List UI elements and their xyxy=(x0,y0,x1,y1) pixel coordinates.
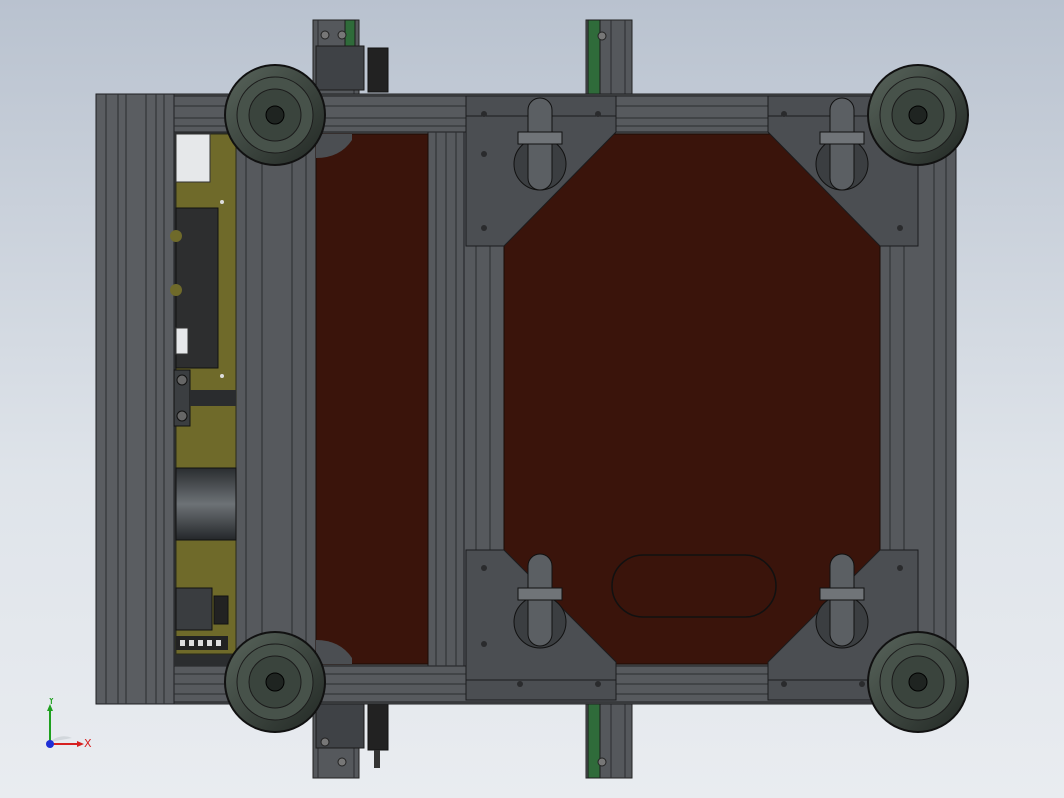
cad-viewport[interactable]: Y X xyxy=(0,0,1064,798)
x-axis-label: X xyxy=(84,737,92,750)
belt-drive-bottom-right xyxy=(585,699,633,779)
y-axis-label: Y xyxy=(47,698,55,707)
belt-drive-top-left xyxy=(312,19,389,99)
deck-panels xyxy=(315,133,881,665)
belt-drive-bottom-left xyxy=(312,699,389,779)
view-orientation-triad: Y X xyxy=(46,698,92,750)
chassis-model-topview[interactable] xyxy=(0,0,1064,798)
electronics-bay xyxy=(170,132,237,666)
z-axis-dot xyxy=(46,740,54,748)
belt-drive-top-right xyxy=(585,19,633,99)
